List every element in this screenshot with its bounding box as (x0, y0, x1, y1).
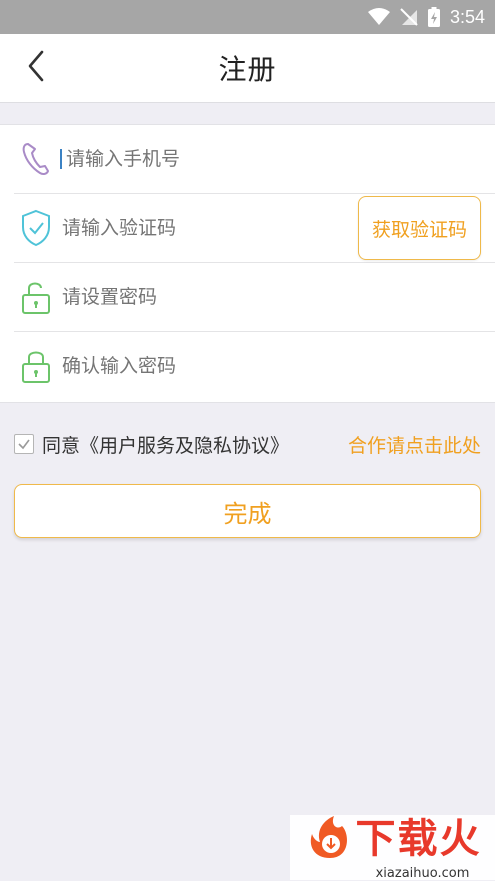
back-button[interactable] (18, 50, 54, 86)
agree-checkbox[interactable] (14, 434, 34, 454)
status-bar: 3:54 (0, 0, 495, 34)
text-cursor (60, 149, 62, 169)
battery-charging-icon (427, 7, 440, 27)
phone-icon (14, 141, 60, 177)
agreement-row: 同意《用户服务及隐私协议》 (14, 429, 289, 459)
nav-bar: 注册 (0, 34, 495, 103)
get-code-button[interactable]: 获取验证码 (358, 196, 481, 260)
watermark-url: xiazaihuo.com (375, 866, 470, 881)
confirm-password-input[interactable] (60, 354, 495, 378)
finish-button[interactable]: 完成 (14, 484, 481, 538)
status-time: 3:54 (449, 6, 485, 27)
watermark-title: 下载火 (355, 816, 482, 862)
confirm-password-row (14, 332, 495, 400)
phone-row (14, 125, 495, 194)
wifi-icon (367, 8, 390, 26)
lock-icon (14, 348, 60, 384)
register-form: 获取验证码 (0, 124, 495, 403)
check-icon (18, 439, 30, 450)
agreement-text[interactable]: 同意《用户服务及隐私协议》 (42, 431, 289, 458)
chevron-left-icon (26, 50, 46, 86)
password-row (14, 263, 495, 332)
watermark-logo: 下载火 xiazaihuo.com (290, 814, 495, 881)
fire-logo-icon (304, 814, 356, 864)
password-input[interactable] (60, 285, 495, 309)
unlock-icon (14, 279, 60, 315)
phone-input[interactable] (64, 147, 495, 171)
no-signal-icon (400, 8, 418, 26)
cooperate-link[interactable]: 合作请点击此处 (348, 429, 481, 459)
shield-check-icon (14, 209, 60, 247)
page-title: 注册 (218, 53, 277, 86)
